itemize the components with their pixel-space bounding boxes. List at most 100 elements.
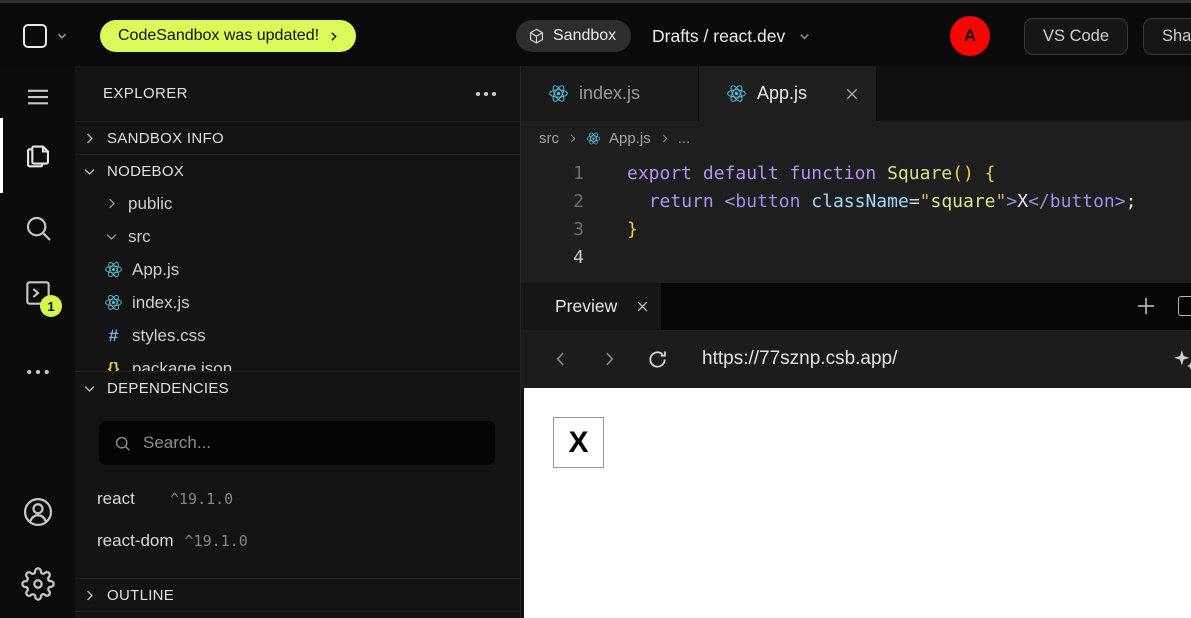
- breadcrumb-src[interactable]: src: [539, 130, 559, 147]
- refresh-icon[interactable]: [642, 344, 672, 374]
- dependency-react-dom[interactable]: react-dom ^19.1.0: [97, 520, 497, 562]
- code-token: {: [985, 163, 996, 184]
- code-token: export default function: [627, 163, 887, 184]
- share-button-label: Share: [1162, 27, 1191, 46]
- explorer-sidebar: EXPLORER SANDBOX INFO NODEBOX public src Ap…: [75, 66, 521, 618]
- dependency-search-input[interactable]: [143, 433, 481, 453]
- chevron-right-icon: [659, 133, 670, 144]
- dependency-search[interactable]: [99, 421, 495, 465]
- close-icon[interactable]: [844, 86, 860, 102]
- plus-icon[interactable]: [1134, 294, 1158, 318]
- section-label: DEPENDENCIES: [107, 380, 229, 397]
- forward-icon[interactable]: [594, 344, 624, 374]
- tab-label: App.js: [757, 83, 807, 104]
- section-label: SANDBOX INFO: [107, 130, 224, 147]
- dependency-react[interactable]: react ^19.1.0: [97, 478, 497, 520]
- section-sandbox-info[interactable]: SANDBOX INFO: [75, 121, 520, 154]
- code-token: <: [725, 191, 736, 212]
- update-notification-pill[interactable]: CodeSandbox was updated!: [100, 20, 356, 52]
- chevron-down-icon: [55, 29, 69, 43]
- editor-area: index.js App.js src App.js... 1 export defa…: [521, 66, 1191, 618]
- chevron-right-icon: [104, 196, 119, 211]
- code-token: =: [909, 191, 920, 212]
- line-number: 1: [521, 160, 584, 188]
- back-icon[interactable]: [546, 344, 576, 374]
- project-breadcrumb[interactable]: Drafts / react.dev: [652, 20, 812, 52]
- preview-tab[interactable]: Preview: [521, 283, 661, 330]
- code-token: X: [1017, 191, 1028, 212]
- sparkle-icon[interactable]: [1171, 347, 1191, 373]
- section-dependencies[interactable]: DEPENDENCIES: [75, 371, 520, 404]
- editor-tab-index.js[interactable]: index.js: [521, 66, 699, 121]
- react-icon: [586, 131, 601, 146]
- top-bar: CodeSandbox was updated! Sandbox Drafts …: [0, 0, 1191, 66]
- react-icon: [104, 260, 123, 279]
- window-menu-button[interactable]: [23, 22, 69, 50]
- window-icon: [23, 24, 47, 48]
- codesandbox-window: CodeSandbox was updated! Sandbox Drafts …: [0, 0, 1191, 618]
- chevron-right-icon: [327, 30, 340, 43]
- preview-url[interactable]: https://77sznp.csb.app/: [702, 348, 897, 370]
- line-number: 2: [521, 188, 584, 216]
- tree-item-label: public: [128, 194, 172, 214]
- dependency-version: ^19.1.0: [170, 490, 233, 508]
- preview-square-button[interactable]: X: [553, 417, 604, 468]
- file-tree: public src App.js index.js #styles.css{}pack…: [75, 187, 520, 372]
- explorer-more-icon[interactable]: [474, 86, 498, 102]
- tree-file-package.json[interactable]: {}package.json: [75, 352, 520, 372]
- tree-item-label: index.js: [132, 293, 190, 313]
- code-token: [627, 191, 649, 212]
- files-icon[interactable]: [0, 129, 75, 181]
- code-line: 4: [521, 244, 1191, 272]
- code-line: 3}: [521, 216, 1191, 244]
- code-token: [800, 191, 811, 212]
- editor-tab-App.js[interactable]: App.js: [699, 66, 877, 121]
- preview-pane: X: [521, 388, 1191, 618]
- share-button[interactable]: Share: [1143, 18, 1191, 55]
- section-label: NODEBOX: [107, 163, 184, 180]
- tree-item-label: package.json: [132, 359, 232, 373]
- tree-item-label: App.js: [132, 260, 179, 280]
- code-token: Square: [887, 163, 952, 184]
- chevron-down-icon: [82, 381, 97, 396]
- code-token: button: [1050, 191, 1115, 212]
- code-token: </: [1028, 191, 1050, 212]
- code-token: ": [996, 191, 1007, 212]
- tree-folder-src[interactable]: src: [75, 220, 520, 253]
- code-token: button: [735, 191, 800, 212]
- vscode-button[interactable]: VS Code: [1024, 18, 1128, 55]
- tree-item-label: src: [128, 227, 151, 247]
- react-icon: [726, 83, 747, 104]
- search-icon[interactable]: [0, 202, 75, 254]
- terminal-icon[interactable]: 1: [0, 267, 75, 319]
- sandbox-badge-label: Sandbox: [553, 27, 616, 45]
- close-icon[interactable]: [635, 299, 650, 314]
- code-token: >: [1006, 191, 1017, 212]
- code-token: square: [931, 191, 996, 212]
- settings-icon[interactable]: [0, 558, 75, 610]
- tree-file-styles.css[interactable]: #styles.css: [75, 319, 520, 352]
- tree-file-index.js[interactable]: index.js: [75, 286, 520, 319]
- section-label: OUTLINE: [107, 587, 174, 604]
- section-nodebox[interactable]: NODEBOX: [75, 154, 520, 187]
- tree-item-label: styles.css: [132, 326, 206, 346]
- tree-folder-public[interactable]: public: [75, 187, 520, 220]
- dependency-version: ^19.1.0: [185, 532, 248, 550]
- chevron-right-icon: [567, 133, 578, 144]
- layout-icon[interactable]: [1178, 296, 1191, 316]
- menu-icon[interactable]: [0, 71, 75, 123]
- sandbox-badge[interactable]: Sandbox: [516, 20, 631, 52]
- avatar[interactable]: A: [950, 16, 990, 56]
- avatar-letter: A: [964, 26, 976, 46]
- breadcrumb-symbol[interactable]: ...: [678, 130, 691, 147]
- more-icon[interactable]: [0, 346, 75, 398]
- tree-file-App.js[interactable]: App.js: [75, 253, 520, 286]
- explorer-header: EXPLORER: [75, 66, 520, 121]
- breadcrumb-file[interactable]: App.js: [609, 130, 651, 147]
- account-icon[interactable]: [0, 486, 75, 538]
- terminal-badge: 1: [40, 295, 62, 317]
- section-outline[interactable]: OUTLINE: [75, 578, 520, 612]
- cube-icon: [527, 27, 546, 46]
- chevron-down-icon: [104, 229, 119, 244]
- preview-tab-bar: Preview: [521, 283, 1191, 330]
